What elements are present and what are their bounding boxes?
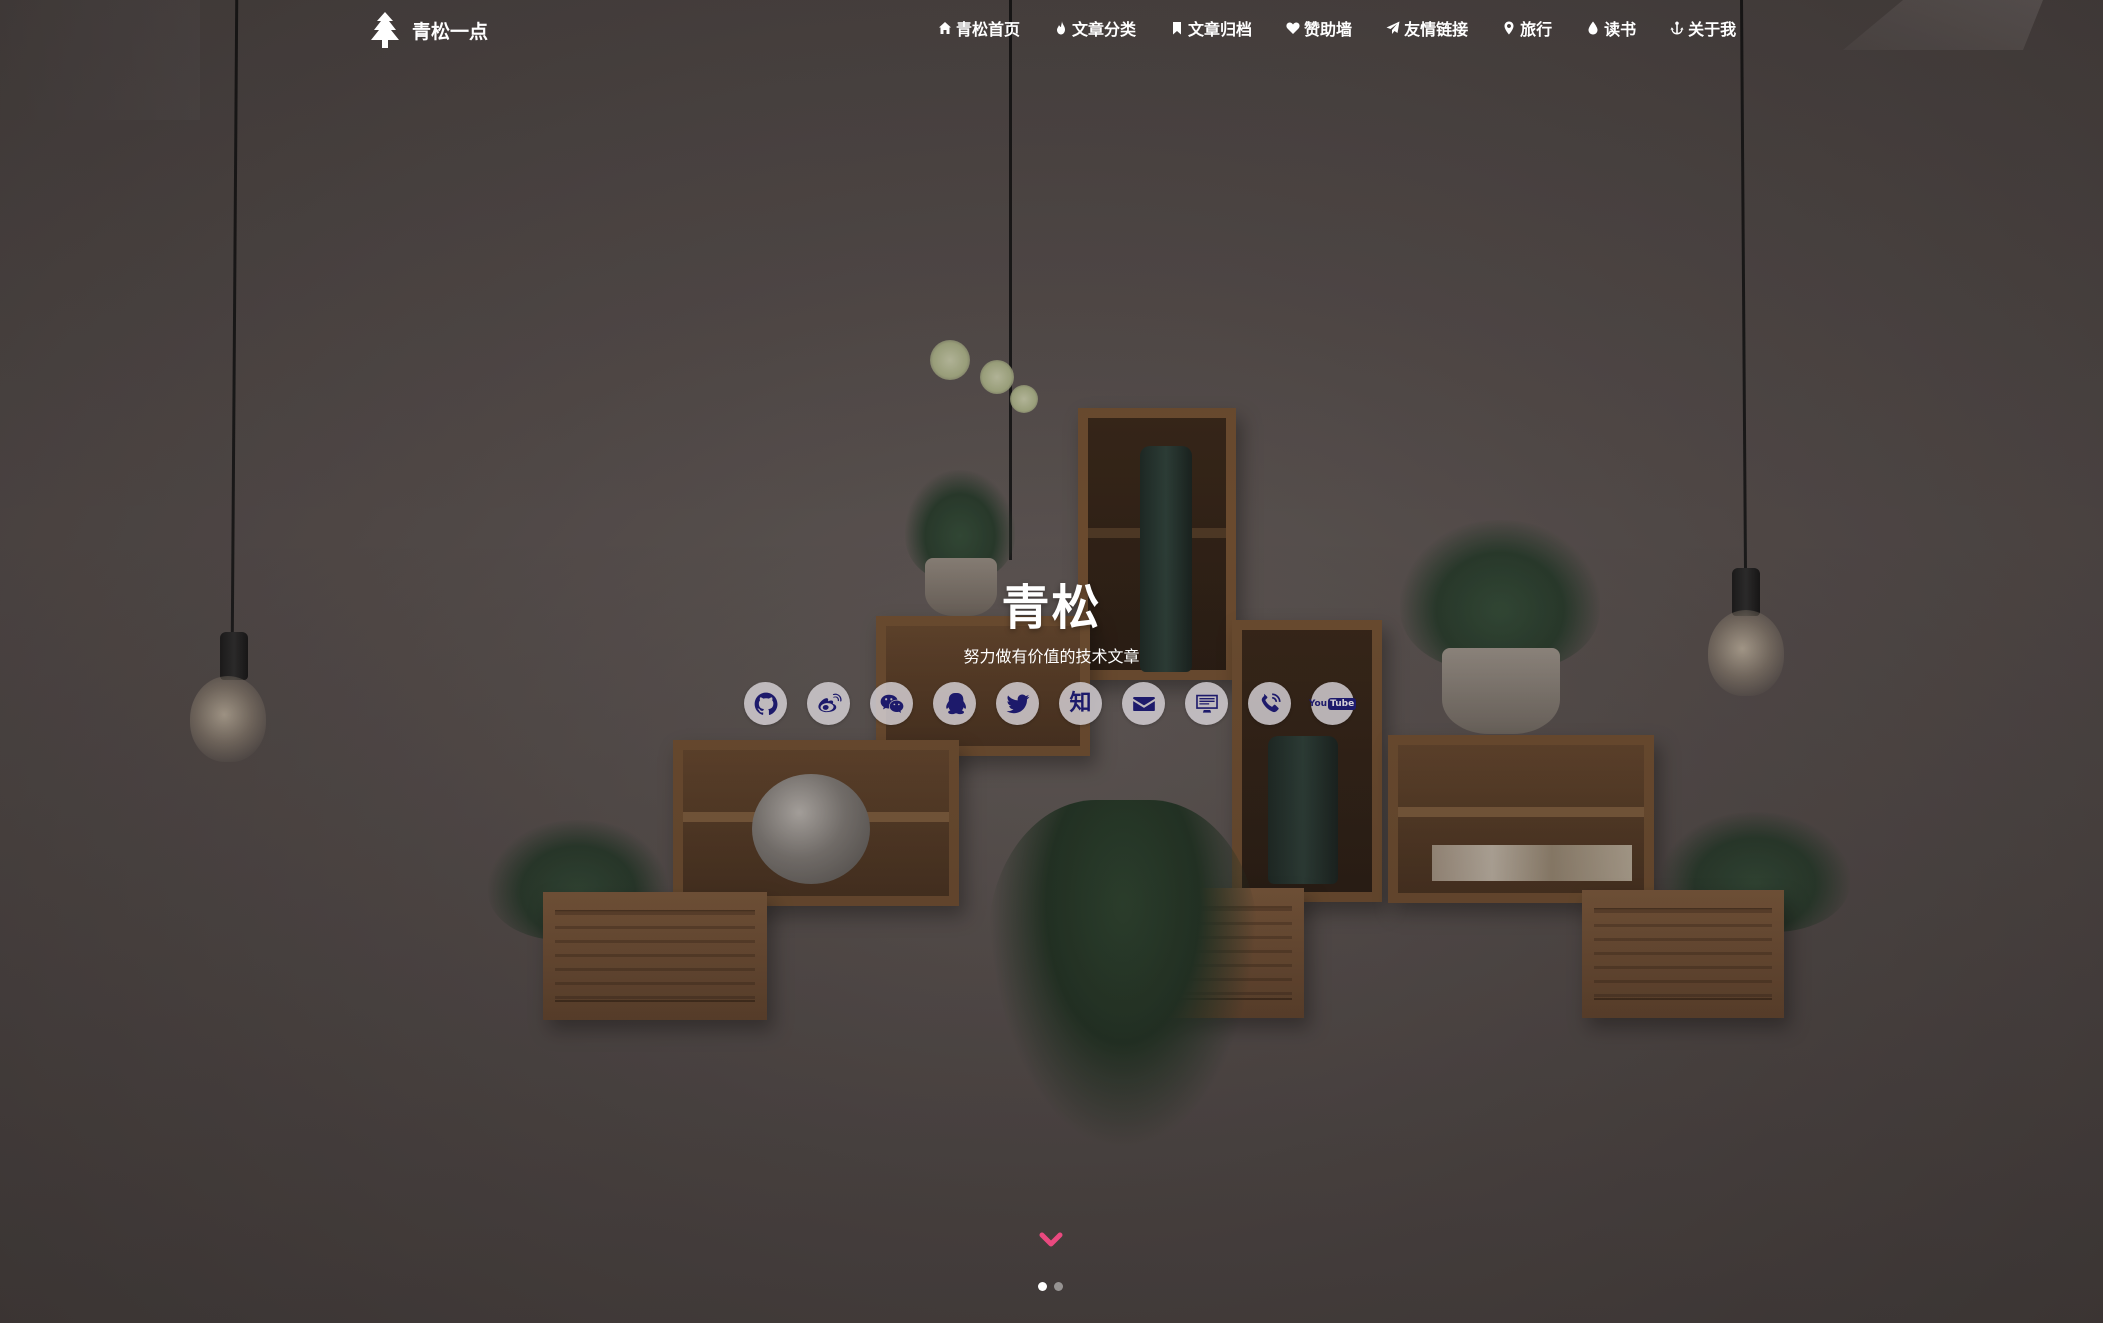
brand-name: 青松一点 <box>412 20 489 43</box>
twitter-link[interactable] <box>996 682 1039 725</box>
wechat-icon <box>880 694 903 713</box>
nav-item-travel[interactable]: 旅行 <box>1502 16 1552 40</box>
page: 青松一点 青松首页 文章分类 文章归档 赞助墙 友情链接 旅行 读书 关于我 青… <box>0 0 2103 1323</box>
github-link[interactable] <box>744 682 787 725</box>
nav-item-label: 赞助墙 <box>1304 20 1353 39</box>
github-icon <box>754 692 777 715</box>
bookmark-icon <box>1173 22 1182 35</box>
nav-item-home[interactable]: 青松首页 <box>938 16 1020 40</box>
chevron-down-icon <box>1039 1232 1063 1247</box>
youtube-link[interactable]: You Tube <box>1308 682 1357 725</box>
pager-dot-2[interactable] <box>1054 1282 1063 1291</box>
nav-item-label: 青松首页 <box>956 20 1021 39</box>
nav-item-label: 文章归档 <box>1188 20 1253 39</box>
nav-item-categories[interactable]: 文章分类 <box>1054 16 1136 40</box>
pager-dot-1[interactable] <box>1038 1282 1047 1291</box>
nav-item-label: 关于我 <box>1688 20 1737 39</box>
social-links: 知 You Tube <box>744 682 1357 725</box>
top-navbar: 青松一点 青松首页 文章分类 文章归档 赞助墙 友情链接 旅行 读书 关于我 <box>0 0 2103 60</box>
youtube-icon-text-tube: Tube <box>1328 697 1357 710</box>
zhihu-link[interactable]: 知 <box>1059 682 1102 725</box>
scroll-down-button[interactable] <box>1036 1228 1066 1252</box>
brand-link[interactable]: 青松一点 <box>370 12 488 48</box>
email-icon <box>1132 696 1155 711</box>
pine-tree-icon <box>371 12 399 48</box>
twitter-icon <box>1006 694 1029 713</box>
wechat-link[interactable] <box>870 682 913 725</box>
nav-item-about[interactable]: 关于我 <box>1670 16 1736 40</box>
anchor-icon <box>1670 21 1684 35</box>
youtube-icon: You Tube <box>1308 697 1357 710</box>
weibo-icon <box>817 693 842 712</box>
nav-item-label: 文章分类 <box>1072 20 1137 39</box>
home-icon <box>939 22 951 34</box>
nav-menu: 青松首页 文章分类 文章归档 赞助墙 友情链接 旅行 读书 关于我 <box>938 16 1736 40</box>
qq-link[interactable] <box>933 682 976 725</box>
nav-item-friends-links[interactable]: 友情链接 <box>1386 16 1468 40</box>
youtube-icon-text-you: You <box>1308 698 1328 709</box>
nav-item-sponsors[interactable]: 赞助墙 <box>1286 16 1352 40</box>
nav-item-reading[interactable]: 读书 <box>1586 16 1636 40</box>
qq-icon <box>945 692 966 714</box>
drop-icon <box>1588 21 1598 35</box>
nav-item-label: 旅行 <box>1520 20 1553 39</box>
fire-icon <box>1057 21 1066 35</box>
zhihu-icon: 知 <box>1069 690 1092 716</box>
heart-icon <box>1286 22 1300 34</box>
nav-item-archive[interactable]: 文章归档 <box>1170 16 1252 40</box>
nav-item-label: 读书 <box>1604 20 1637 39</box>
carousel-pager <box>1038 1282 1063 1291</box>
desktop-icon <box>1195 694 1218 713</box>
phone-link[interactable] <box>1248 682 1291 725</box>
email-link[interactable] <box>1122 682 1165 725</box>
hero-subtitle: 努力做有价值的技术文章 <box>963 647 1140 666</box>
desktop-link[interactable] <box>1185 682 1228 725</box>
phone-icon <box>1261 692 1281 712</box>
hero-title: 青松 <box>1001 580 1102 636</box>
paper-plane-icon <box>1386 21 1400 34</box>
map-marker-icon <box>1504 21 1514 35</box>
weibo-link[interactable] <box>807 682 850 725</box>
nav-item-label: 友情链接 <box>1404 20 1469 39</box>
